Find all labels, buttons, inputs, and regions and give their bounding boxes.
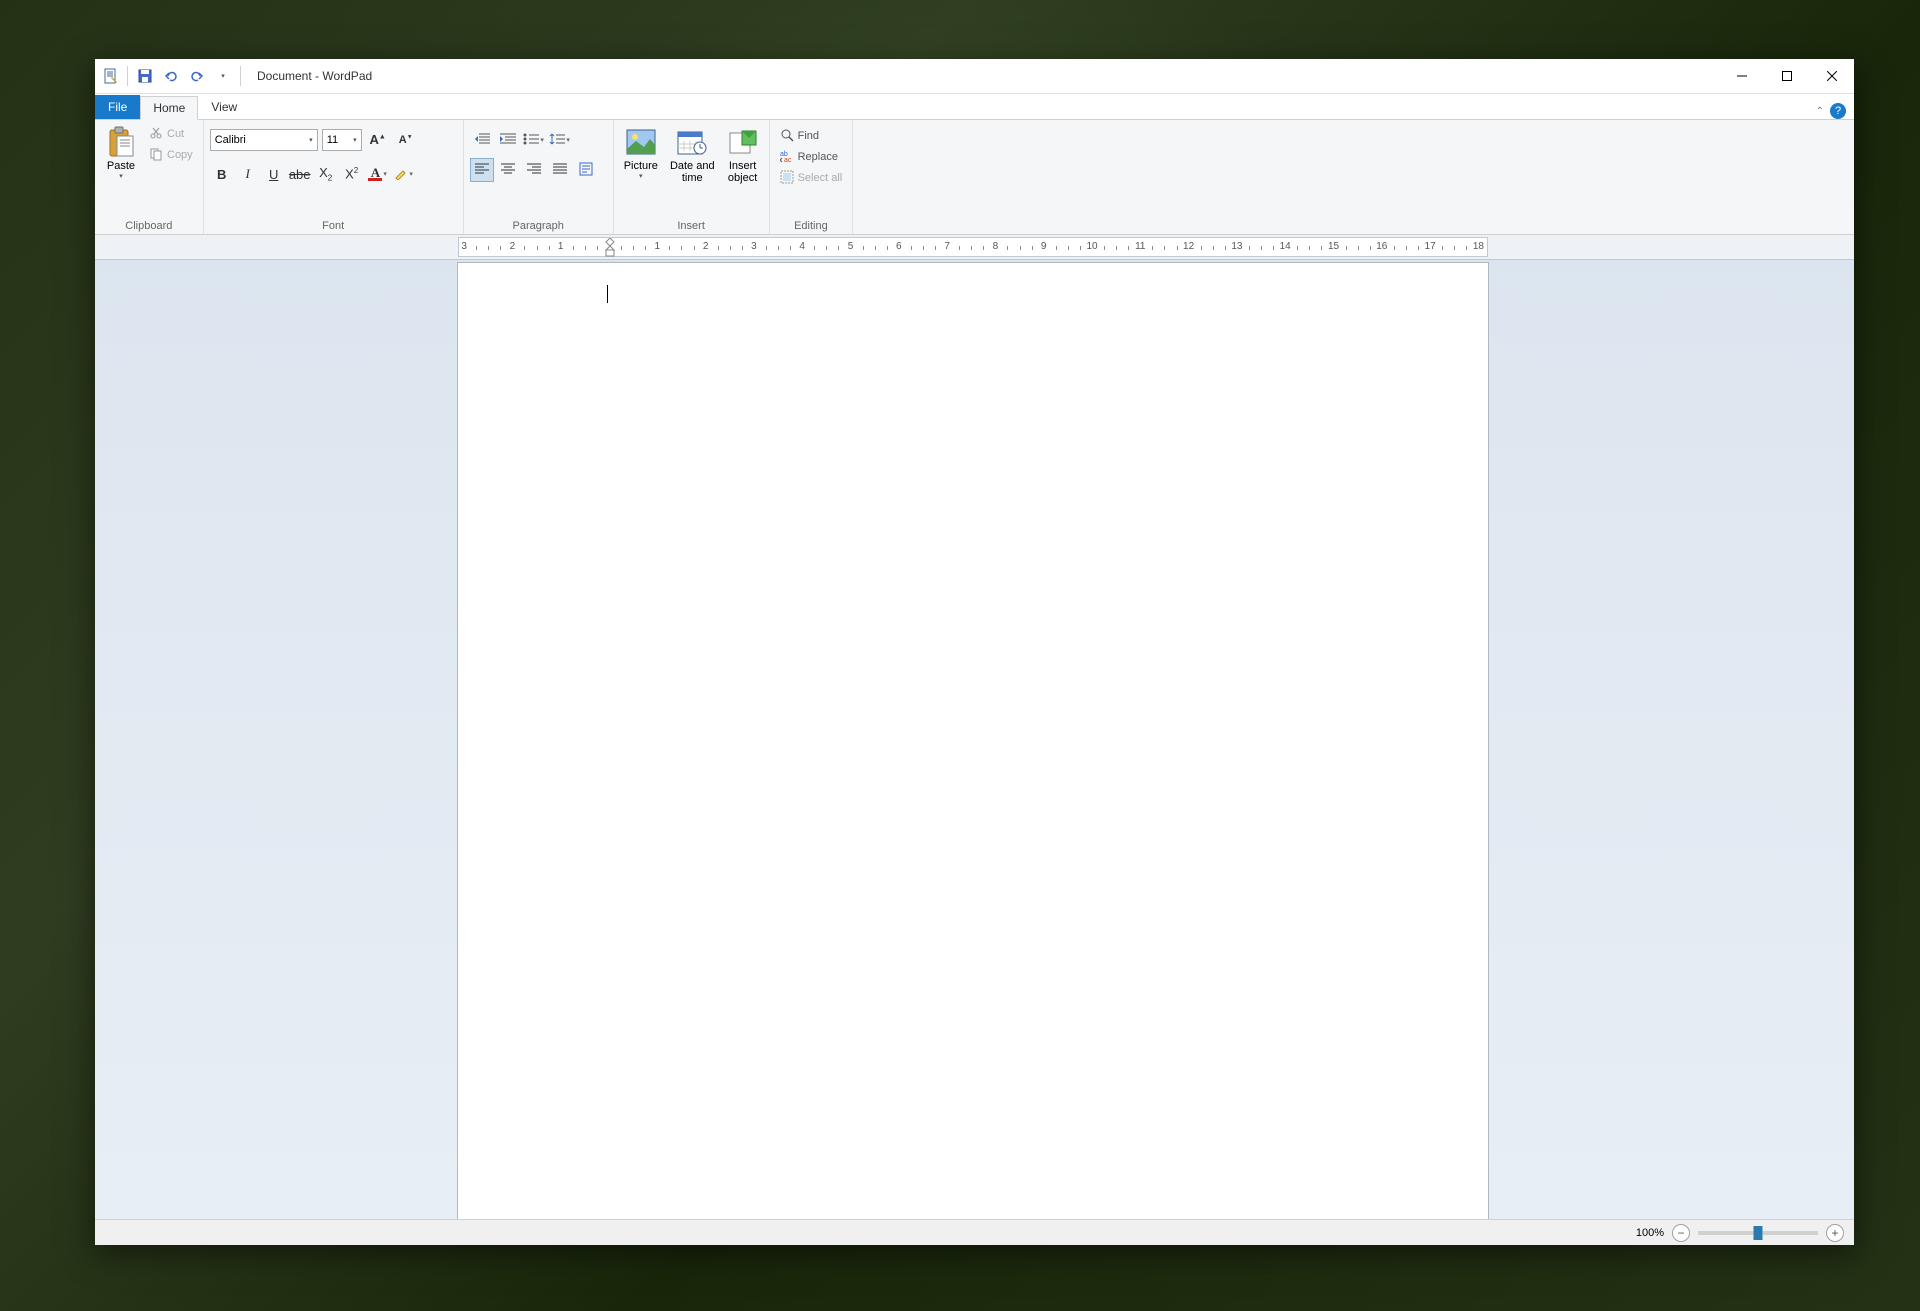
cut-button[interactable]: Cut (145, 124, 197, 144)
ruler-container: 123123456789101112131415161718 (95, 235, 1854, 260)
align-justify-icon (553, 163, 567, 178)
titlebar: ▾ Document - WordPad (95, 59, 1854, 94)
group-insert: Picture ▾ Date and time Insert object In… (614, 120, 770, 234)
align-center-button[interactable] (496, 158, 520, 182)
ruler[interactable]: 123123456789101112131415161718 (458, 237, 1488, 257)
collapse-ribbon-button[interactable]: ⌃ (1816, 106, 1824, 117)
calendar-icon (676, 126, 708, 158)
align-left-icon (475, 163, 489, 178)
maximize-button[interactable] (1764, 59, 1809, 94)
font-name-select[interactable]: Calibri▾ (210, 129, 318, 151)
window-title: Document - WordPad (257, 69, 372, 83)
wordpad-window: ▾ Document - WordPad File Home View ⌃ ? (95, 59, 1854, 1245)
ribbon-tabs: File Home View ⌃ ? (95, 94, 1854, 119)
font-color-icon: A (368, 168, 382, 181)
outdent-icon (474, 132, 490, 149)
insert-object-button[interactable]: Insert object (723, 124, 763, 186)
tab-file[interactable]: File (95, 95, 140, 119)
paste-button[interactable]: Paste ▾ (101, 124, 141, 182)
tab-home[interactable]: Home (140, 96, 198, 120)
grow-font-icon: A▲ (370, 132, 386, 148)
copy-button[interactable]: Copy (145, 145, 197, 165)
app-icon (101, 66, 121, 86)
zoom-slider[interactable] (1698, 1231, 1818, 1235)
qat-customize-button[interactable]: ▾ (212, 65, 234, 87)
shrink-font-button[interactable]: A▼ (394, 128, 418, 152)
zoom-in-button[interactable]: + (1826, 1224, 1844, 1242)
group-font: Calibri▾ 11▾ A▲ A▼ B I U abe (204, 120, 464, 234)
chevron-down-icon: ▾ (119, 172, 123, 180)
replace-button[interactable]: abac Replace (776, 147, 847, 167)
zoom-label: 100% (1636, 1227, 1664, 1239)
insert-datetime-button[interactable]: Date and time (666, 124, 719, 186)
search-icon (780, 128, 794, 145)
italic-button[interactable]: I (236, 162, 260, 186)
list-icon (523, 132, 539, 149)
text-cursor (607, 285, 608, 303)
copy-icon (149, 147, 163, 164)
shrink-font-icon: A▼ (399, 134, 413, 146)
zoom-thumb[interactable] (1754, 1226, 1763, 1240)
paragraph-icon (579, 162, 593, 179)
zoom-out-button[interactable]: − (1672, 1224, 1690, 1242)
decrease-indent-button[interactable] (470, 128, 494, 152)
align-left-button[interactable] (470, 158, 494, 182)
group-paragraph: ▾ ▾ Paragraph (464, 120, 614, 234)
grow-font-button[interactable]: A▲ (366, 128, 390, 152)
save-button[interactable] (134, 65, 156, 87)
underline-button[interactable]: U (262, 162, 286, 186)
increase-indent-button[interactable] (496, 128, 520, 152)
close-button[interactable] (1809, 59, 1854, 94)
insert-picture-button[interactable]: Picture ▾ (620, 124, 662, 182)
undo-button[interactable] (160, 65, 182, 87)
align-justify-button[interactable] (548, 158, 572, 182)
indent-marker[interactable] (605, 238, 615, 258)
replace-icon: abac (780, 149, 794, 166)
statusbar: 100% − + (95, 1219, 1854, 1245)
select-all-icon (780, 170, 794, 187)
object-icon (727, 126, 759, 158)
find-button[interactable]: Find (776, 126, 847, 146)
help-button[interactable]: ? (1830, 103, 1846, 119)
indent-icon (500, 132, 516, 149)
picture-icon (625, 126, 657, 158)
line-spacing-button[interactable]: ▾ (548, 128, 572, 152)
subscript-button[interactable]: X2 (314, 162, 338, 186)
align-right-button[interactable] (522, 158, 546, 182)
ribbon: Paste ▾ Cut Copy Clipboard (95, 119, 1854, 235)
bullet-list-button[interactable]: ▾ (522, 128, 546, 152)
highlight-button[interactable]: ▾ (392, 162, 416, 186)
bold-button[interactable]: B (210, 162, 234, 186)
font-color-button[interactable]: A▾ (366, 162, 390, 186)
group-clipboard: Paste ▾ Cut Copy Clipboard (95, 120, 204, 234)
highlight-icon (394, 166, 408, 183)
select-all-button[interactable]: Select all (776, 168, 847, 188)
superscript-button[interactable]: X2 (340, 162, 364, 186)
strikethrough-button[interactable]: abe (288, 162, 312, 186)
align-right-icon (527, 163, 541, 178)
tab-view[interactable]: View (198, 95, 250, 119)
document-area: 123123456789101112131415161718 (95, 235, 1854, 1219)
redo-button[interactable] (186, 65, 208, 87)
align-center-icon (501, 163, 515, 178)
scissors-icon (149, 126, 163, 143)
document-page[interactable] (458, 263, 1488, 1219)
minimize-button[interactable] (1719, 59, 1764, 94)
group-editing: Find abac Replace Select all Editing (770, 120, 854, 234)
paragraph-dialog-button[interactable] (574, 158, 598, 182)
font-size-select[interactable]: 11▾ (322, 129, 362, 151)
line-spacing-icon (549, 132, 565, 149)
svg-text:ac: ac (784, 157, 792, 163)
paste-icon (105, 126, 137, 158)
